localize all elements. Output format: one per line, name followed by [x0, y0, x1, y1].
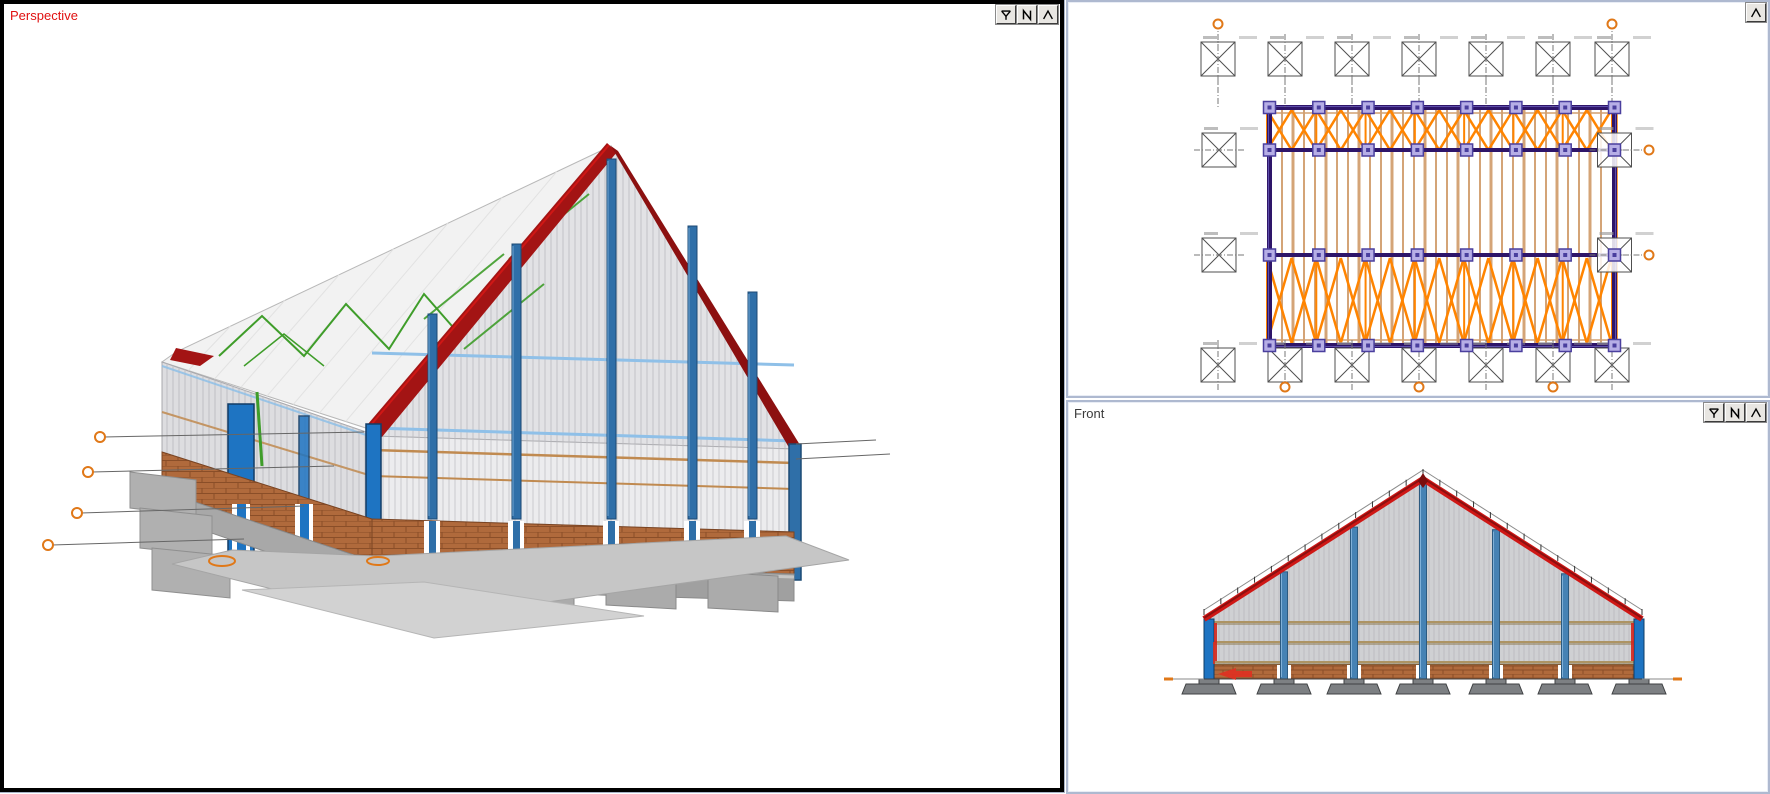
filter-y-button[interactable] [996, 5, 1016, 24]
viewport-plan[interactable] [1066, 0, 1770, 398]
perspective-viewport-controls [996, 5, 1058, 24]
viewport-label-front: Front [1074, 406, 1104, 421]
viewport-label-perspective: Perspective [10, 8, 78, 23]
up-button[interactable] [1746, 403, 1766, 422]
front-elevation-canvas[interactable] [1068, 402, 1768, 792]
plan-viewport-controls [1746, 3, 1766, 22]
filter-y-button[interactable] [1704, 403, 1724, 422]
viewport-perspective[interactable]: Perspective [0, 0, 1064, 792]
n-button[interactable] [1017, 5, 1037, 24]
perspective-3d-canvas[interactable] [4, 4, 1060, 788]
up-button[interactable] [1038, 5, 1058, 24]
up-button[interactable] [1746, 3, 1766, 22]
front-viewport-controls [1704, 403, 1766, 422]
n-button[interactable] [1725, 403, 1745, 422]
plan-drawing-canvas[interactable] [1068, 2, 1768, 396]
viewport-front[interactable]: Front [1066, 400, 1770, 794]
cad-workspace: { "viewports": { "perspective": { "label… [0, 0, 1770, 794]
